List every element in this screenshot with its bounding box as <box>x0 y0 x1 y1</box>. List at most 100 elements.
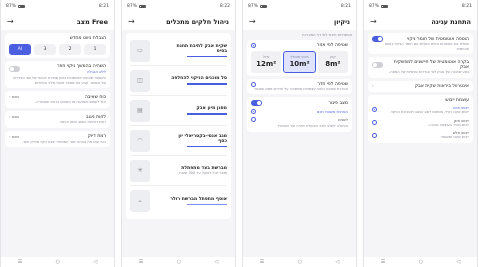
life-bar <box>187 55 227 58</box>
dry-radio[interactable] <box>372 107 377 113</box>
switch-card: מצב פיגור הפרכת משטח חכם לשנים הפעלה לשל… <box>247 97 352 133</box>
recent-icon[interactable]: ☰ <box>18 259 22 265</box>
dry-option-desc: ייבוש שקט ויעיל, מותאם לסוג המגב ולסביבת… <box>389 110 469 115</box>
mode-3-button[interactable]: 3 <box>34 44 56 55</box>
sensor-card: בקרה אוטומטית של חיישנים למפשקית אבק בצע… <box>368 57 473 79</box>
switch-toggle[interactable] <box>251 100 262 107</box>
mode-1-button[interactable]: 1 <box>84 44 106 55</box>
life-bar <box>187 203 227 206</box>
home-icon[interactable]: ○ <box>298 259 302 265</box>
mop-label: לחות ניגוב <box>85 114 106 120</box>
mop-desc: רמת רטיבות המגב בזמן הניקוי. <box>58 120 106 125</box>
sensor-toggle[interactable] <box>372 62 383 69</box>
area-radio[interactable] <box>251 42 256 48</box>
notice-toggle[interactable] <box>9 66 20 72</box>
back-icon[interactable]: ◁ <box>93 259 97 265</box>
option-years-radio[interactable] <box>251 117 256 123</box>
product-item[interactable]: מגב אנטי-בקטריאלי יון כסף ◠ <box>130 126 227 156</box>
product-name: אוסף מתפתל מברשת רולר <box>170 196 227 202</box>
battery-percent: 87% <box>248 4 259 9</box>
home-icon[interactable]: ○ <box>177 259 181 265</box>
system-nav-bar: ☰ ○ ◁ <box>243 257 356 267</box>
room-card[interactable]: שטיפה לפי חדר מערכת שאיבה וניגוב עצמאית … <box>247 78 352 95</box>
product-item[interactable]: מברשת בצד מתפתלת מוצר יוכל לפעול עד 300 ש… <box>130 156 227 186</box>
suction-row[interactable]: כוח שאיבה חכם ‹ יכול לשמש כשאיבה או טאטוא… <box>5 91 110 109</box>
room-radio[interactable] <box>251 81 256 87</box>
area-option-large[interactable]: גדול 12m² <box>251 50 282 73</box>
area-option-medium[interactable]: בינוני מומלץ 10m² <box>283 50 316 73</box>
recent-icon[interactable]: ☰ <box>381 259 385 265</box>
home-icon[interactable]: ○ <box>56 259 60 265</box>
precision-label: רמת דיוק <box>87 134 106 140</box>
sensor-desc: בצע שאיבה של אבק לפי הגדרות פנימיות של ה… <box>389 70 469 75</box>
area-option-small[interactable]: קטן 8m² <box>317 50 348 73</box>
back-arrow-icon[interactable]: → <box>128 17 135 26</box>
back-icon[interactable]: ◁ <box>335 259 339 265</box>
switch-label: מצב פיגור <box>328 100 348 106</box>
detergent-toggle[interactable] <box>372 36 383 42</box>
dust-bag-icon: ▭ <box>130 39 150 62</box>
chevron-left-icon: ‹ <box>372 84 374 90</box>
dry-option[interactable]: ייבוש חזק ייבוש מהיר בעוצמה גבוהה. <box>372 118 469 128</box>
recent-icon[interactable]: ☰ <box>260 259 264 265</box>
home-icon[interactable]: ○ <box>419 259 423 265</box>
battery-icon <box>139 4 147 9</box>
back-arrow-icon[interactable]: → <box>249 17 256 26</box>
status-bar: 87% 8:22 <box>122 0 235 13</box>
battery-icon <box>381 4 389 9</box>
settings-title: הגבלת ניווט מחדש <box>69 36 106 41</box>
mode-ai-button[interactable]: AI <box>9 44 31 55</box>
dry-option-desc: ייבוש שקט ומשומר. <box>439 135 469 140</box>
area-value: 8m² <box>325 60 341 68</box>
battery-icon <box>18 4 26 9</box>
precision-row[interactable]: רמת דיוק חכם ‹ ככל שהרמה גבוהה יותר המכשי… <box>5 130 110 148</box>
detergent-label: הוספה אוטומטית של חומר ניקוי <box>407 36 469 42</box>
interval-label: אינטרוול ביראות שקית אבק <box>414 84 469 90</box>
clock: 8:21 <box>98 4 109 9</box>
page-title: ניקיון <box>333 17 350 26</box>
product-name: מסנן מיון אבק <box>196 106 227 112</box>
back-arrow-icon[interactable]: → <box>370 17 377 26</box>
product-name: מגב אנטי-בקטריאלי יון כסף <box>178 133 227 144</box>
system-nav-bar: ☰ ○ ◁ <box>1 257 114 267</box>
product-item[interactable]: סל מוכנים הניקוי להחלפה ◫ <box>130 66 227 96</box>
relaunch-card: הגבלת ניווט מחדש AI 3 2 1 <box>5 33 110 58</box>
notice-desc: האפשר שאיפה אוטומטית בזמן שמירת הכיסוי ש… <box>13 76 106 85</box>
life-bar <box>187 145 227 148</box>
product-item[interactable]: מסנן מיון אבק ▤ <box>130 96 227 126</box>
recent-icon[interactable]: ☰ <box>139 259 143 265</box>
mop-moisture-row[interactable]: לחות ניגוב חכם ‹ רמת רטיבות המגב בזמן הני… <box>5 111 110 128</box>
precision-desc: ככל שהרמה גבוהה יותר המכשיר יבצע ניקוי מ… <box>21 139 106 144</box>
app-header: → ניקיון <box>243 13 356 30</box>
system-nav-bar: ☰ ○ ◁ <box>364 257 477 267</box>
product-item[interactable]: אוסף מתפתל מברשת רולר ⌁ <box>130 186 227 216</box>
back-icon[interactable]: ◁ <box>214 259 218 265</box>
dust-filter-icon: ▤ <box>130 99 150 122</box>
dry-radio[interactable] <box>372 132 377 138</box>
sensor-label: בקרה אוטומטית של חיישנים למפשקית אבק <box>393 60 469 71</box>
battery-percent: 87% <box>6 4 17 9</box>
back-arrow-icon[interactable]: → <box>7 17 14 26</box>
dry-option[interactable]: ייבוש חלש ייבוש שקט ומשומר. <box>372 130 469 140</box>
battery-percent: 87% <box>369 4 380 9</box>
battery-icon <box>260 4 268 9</box>
phone-screen-free-mode: 87% 8:21 → מצב Free הגבלת ניווט מחדש AI … <box>0 0 115 267</box>
option-smart-radio[interactable] <box>251 109 256 115</box>
dry-radio[interactable] <box>372 120 377 126</box>
back-icon[interactable]: ◁ <box>456 259 460 265</box>
interval-row[interactable]: אינטרוול ביראות שקית אבק ‹ <box>368 81 473 93</box>
area-value: 10m² <box>289 60 310 68</box>
suction-desc: יכול לשמש כשאיבה או טאטוא ברמה שנבחרה. <box>35 100 106 105</box>
clock: 8:21 <box>340 4 351 9</box>
mode-2-button[interactable]: 2 <box>59 44 81 55</box>
dry-option[interactable]: ייבוש חכם ייבוש שקט ויעיל, מותאם לסוג המג… <box>372 105 469 115</box>
status-bar: 87% 8:21 <box>243 0 356 13</box>
phone-screen-consumables: 87% 8:22 → ניהול חלקים מתכלים שקית אבק ל… <box>121 0 236 267</box>
suction-label: כוח שאיבה <box>84 94 106 100</box>
product-name: מברשת בצד מתפתלת <box>181 165 227 171</box>
page-title: התחנת עגינה <box>431 17 471 26</box>
status-bar: 87% 8:21 <box>364 0 477 13</box>
product-item[interactable]: שקית אבק לתיבת תחנת בסיס ▭ <box>130 36 227 66</box>
side-brush-icon: ✳ <box>130 159 150 182</box>
detergent-desc: ממלא את אפשרות המים הנקיים עם חומר הניקו… <box>384 42 469 51</box>
